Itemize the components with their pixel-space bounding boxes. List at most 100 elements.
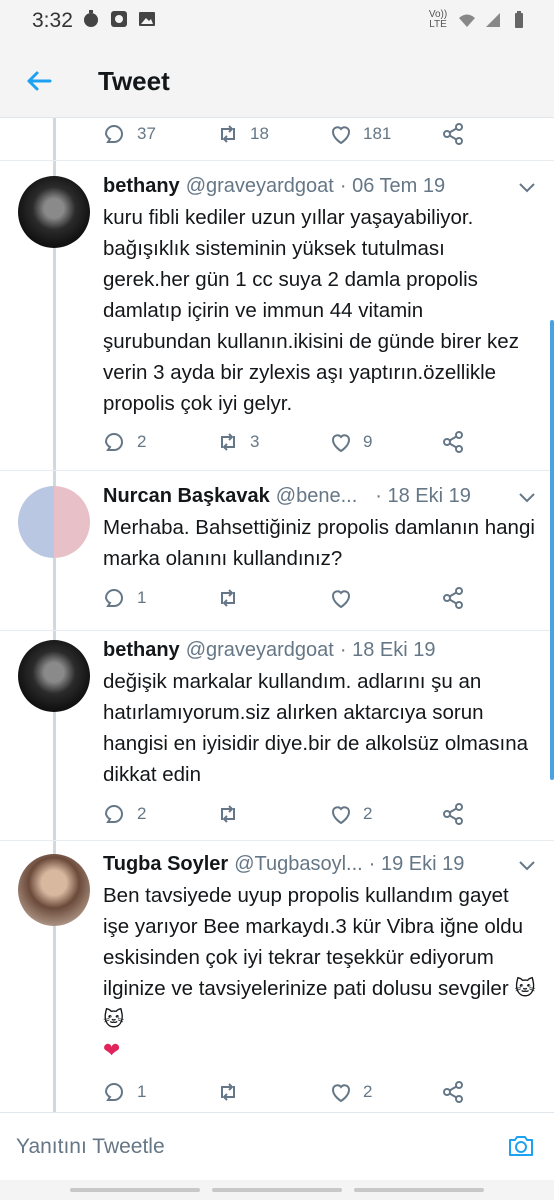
tweet-text-content: Ben tavsiyede uyup propolis kullandım ga… [103,884,536,1031]
heart-icon [332,806,350,825]
system-nav-bar [0,1180,554,1200]
author-handle[interactable]: @graveyardgoat [186,175,334,198]
share-button[interactable] [441,428,465,456]
retweet-icon [221,125,235,143]
tweet-header: bethany @graveyardgoat · 18 Eki 19 [103,636,534,664]
like-count: 2 [363,804,373,823]
reply-bar[interactable]: Yanıtını Tweetle [0,1112,554,1180]
back-arrow-icon[interactable] [24,66,54,96]
like-button[interactable]: 9 [329,428,372,456]
heart-icon [332,126,350,145]
share-button[interactable] [441,584,465,612]
share-icon [443,803,463,825]
author-handle[interactable]: @graveyardgoat [186,639,334,662]
reply-button[interactable]: 1 [103,1078,146,1106]
avatar[interactable] [18,486,90,558]
share-icon [443,1081,463,1103]
tweet-text: değişik markalar kullandım. adlarını şu … [103,670,529,786]
status-time: 3:32 [32,9,73,32]
heart-icon [332,590,350,609]
gallery-icon [139,12,155,26]
retweet-icon [221,1083,235,1101]
scrollbar[interactable] [550,320,554,780]
reply-count: 1 [137,1082,147,1101]
reply-button[interactable]: 1 [103,584,146,612]
avatar[interactable] [18,854,90,926]
author-name[interactable]: Nurcan Başkavak [103,485,270,508]
tweet-text: Merhaba. Bahsettiğiniz propolis damlanın… [103,516,535,570]
share-button[interactable] [441,800,465,828]
share-button[interactable] [441,1078,465,1106]
retweet-button[interactable]: 3 [216,428,259,456]
like-count: 181 [363,124,392,143]
avatar[interactable] [18,640,90,712]
retweet-icon [221,589,235,607]
signal-icon [486,13,500,27]
nav-pill[interactable] [354,1188,484,1192]
tweet-header: Nurcan Başkavak @bene... · 18 Eki 19 [103,482,534,510]
tweet[interactable]: bethany @graveyardgoat · 18 Eki 19 değiş… [0,630,554,840]
heart-icon [332,1084,350,1103]
page-title: Tweet [98,66,170,96]
reply-count: 37 [137,124,156,143]
reply-input[interactable]: Yanıtını Tweetle [16,1135,165,1159]
retweet-button[interactable]: 18 [216,120,269,148]
wifi-icon [459,14,475,27]
like-button[interactable]: 2 [329,1078,372,1106]
like-button[interactable] [329,584,353,612]
chevron-down-icon[interactable] [516,486,538,508]
tweet-actions: 1 [103,584,483,612]
heart-icon [332,434,350,453]
author-name[interactable]: bethany [103,175,180,198]
instagram-icon [111,11,127,27]
nav-pill[interactable] [70,1188,200,1192]
chevron-down-icon[interactable] [516,176,538,198]
tweet[interactable]: bethany @graveyardgoat · 06 Tem 19 kuru … [0,160,554,470]
retweet-count: 18 [250,124,269,143]
tweet-date: · 18 Eki 19 [375,484,471,507]
red-heart-emoji: ❤ [103,1039,121,1062]
tweet-actions: 2 2 [103,800,483,828]
chevron-down-icon[interactable] [516,854,538,876]
like-count: 2 [363,1082,373,1101]
retweet-button[interactable] [216,584,240,612]
reply-button[interactable]: 2 [103,428,146,456]
status-right-icons: Vo)) LTE [426,10,528,30]
app-bar: Tweet [0,44,554,118]
reply-icon [104,433,123,451]
tweet-header: Tugba Soyler @Tugbasoyl... · 19 Eki 19 [103,850,534,878]
share-icon [443,123,463,145]
reply-button[interactable]: 37 [103,120,156,148]
avatar[interactable] [18,176,90,248]
battery-icon [515,11,523,28]
retweet-button[interactable] [216,800,240,828]
reply-icon [104,1083,123,1101]
reply-count: 2 [137,432,147,451]
reply-button[interactable]: 2 [103,800,146,828]
reply-icon [104,125,123,143]
status-bar: 3:32 Vo)) LTE [0,0,554,44]
reply-icon [104,589,123,607]
reply-count: 2 [137,804,147,823]
like-button[interactable]: 181 [329,120,391,148]
reply-icon [104,805,123,823]
like-count: 9 [363,432,373,451]
tweet-text: kuru fibli kediler uzun yıllar yaşayabil… [103,206,519,415]
tweet-date: · 19 Eki 19 [368,852,465,875]
retweet-count: 3 [250,432,260,451]
share-icon [443,431,463,453]
tweet-date: · 06 Tem 19 [339,174,446,197]
tweet[interactable]: Nurcan Başkavak @bene... · 18 Eki 19 Mer… [0,470,554,630]
retweet-button[interactable] [216,1078,240,1106]
share-button[interactable] [441,120,465,148]
author-handle[interactable]: @bene... [276,485,357,508]
nav-pill[interactable] [212,1188,342,1192]
camera-icon[interactable] [506,1131,536,1161]
tweet-header: bethany @graveyardgoat · 06 Tem 19 [103,172,534,200]
like-button[interactable]: 2 [329,800,372,828]
tweet-date: · 18 Eki 19 [339,638,436,661]
author-name[interactable]: Tugba Soyler [103,853,228,876]
author-handle[interactable]: @Tugbasoyl... [234,853,363,876]
author-name[interactable]: bethany [103,639,180,662]
tweet[interactable]: Tugba Soyler @Tugbasoyl... · 19 Eki 19 B… [0,840,554,1112]
